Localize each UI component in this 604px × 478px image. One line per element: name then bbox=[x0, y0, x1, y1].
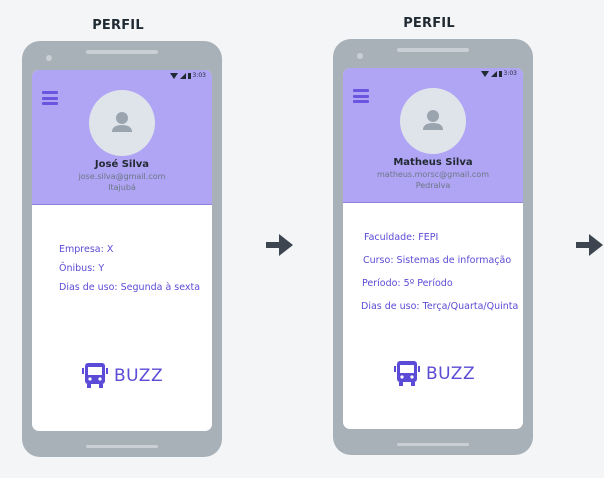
avatar bbox=[89, 90, 155, 156]
profile-header: 3:03 Matheus Silva matheus.morsc@gmail.c… bbox=[343, 68, 523, 203]
brand-name: BUZZ bbox=[426, 364, 476, 384]
status-bar: 3:03 bbox=[169, 72, 206, 79]
phone-frame-1: 3:03 José Silva jose.silva@gmail.com Ita… bbox=[22, 41, 222, 457]
avatar-icon bbox=[112, 112, 132, 132]
home-bar bbox=[86, 445, 158, 448]
profile-header: 3:03 José Silva jose.silva@gmail.com Ita… bbox=[32, 70, 212, 205]
profile-name: José Silva bbox=[94, 159, 150, 170]
battery-icon bbox=[187, 72, 191, 79]
wifi-icon bbox=[169, 72, 178, 79]
home-bar bbox=[397, 443, 469, 446]
arrow-right-icon[interactable] bbox=[576, 234, 604, 256]
screen-2-caption: PERFIL bbox=[403, 16, 455, 31]
screen: 3:03 Matheus Silva matheus.morsc@gmail.c… bbox=[343, 68, 523, 429]
brand-logo: BUZZ bbox=[394, 360, 475, 388]
brand-name: BUZZ bbox=[114, 366, 164, 386]
screen-1-caption: PERFIL bbox=[92, 18, 144, 33]
menu-icon[interactable] bbox=[42, 91, 58, 105]
menu-icon[interactable] bbox=[353, 89, 369, 103]
profile-location: Itajubá bbox=[108, 183, 136, 192]
wifi-icon bbox=[480, 70, 489, 77]
info-line: Curso: Sistemas de informação bbox=[363, 255, 512, 266]
info-line: Dias de uso: Terça/Quarta/Quinta bbox=[361, 301, 519, 312]
brand-logo: BUZZ bbox=[82, 362, 163, 390]
camera-dot bbox=[46, 55, 52, 61]
status-time: 3:03 bbox=[503, 70, 517, 77]
phone-frame-2: 3:03 Matheus Silva matheus.morsc@gmail.c… bbox=[333, 39, 533, 455]
info-line: Dias de uso: Segunda à sexta bbox=[59, 282, 201, 293]
signal-icon bbox=[490, 70, 497, 77]
info-line: Empresa: X bbox=[59, 244, 114, 255]
profile-location: Pedralva bbox=[415, 181, 451, 190]
info-line: Ônibus: Y bbox=[59, 263, 105, 274]
bus-icon bbox=[394, 361, 420, 386]
status-bar: 3:03 bbox=[480, 70, 517, 77]
camera-dot bbox=[357, 53, 363, 59]
avatar-icon bbox=[423, 110, 443, 130]
avatar bbox=[400, 88, 466, 154]
profile-email: jose.silva@gmail.com bbox=[78, 172, 166, 181]
profile-email: matheus.morsc@gmail.com bbox=[377, 170, 489, 179]
info-line: Faculdade: FEPI bbox=[364, 232, 439, 243]
info-line: Período: 5º Período bbox=[362, 278, 453, 289]
signal-icon bbox=[179, 72, 186, 79]
battery-icon bbox=[498, 70, 502, 77]
bus-icon bbox=[82, 363, 108, 388]
arrow-right-icon[interactable] bbox=[266, 234, 294, 256]
status-time: 3:03 bbox=[192, 72, 206, 79]
speaker bbox=[397, 48, 469, 52]
speaker bbox=[86, 50, 158, 54]
profile-name: Matheus Silva bbox=[393, 157, 473, 168]
screen: 3:03 José Silva jose.silva@gmail.com Ita… bbox=[32, 70, 212, 431]
